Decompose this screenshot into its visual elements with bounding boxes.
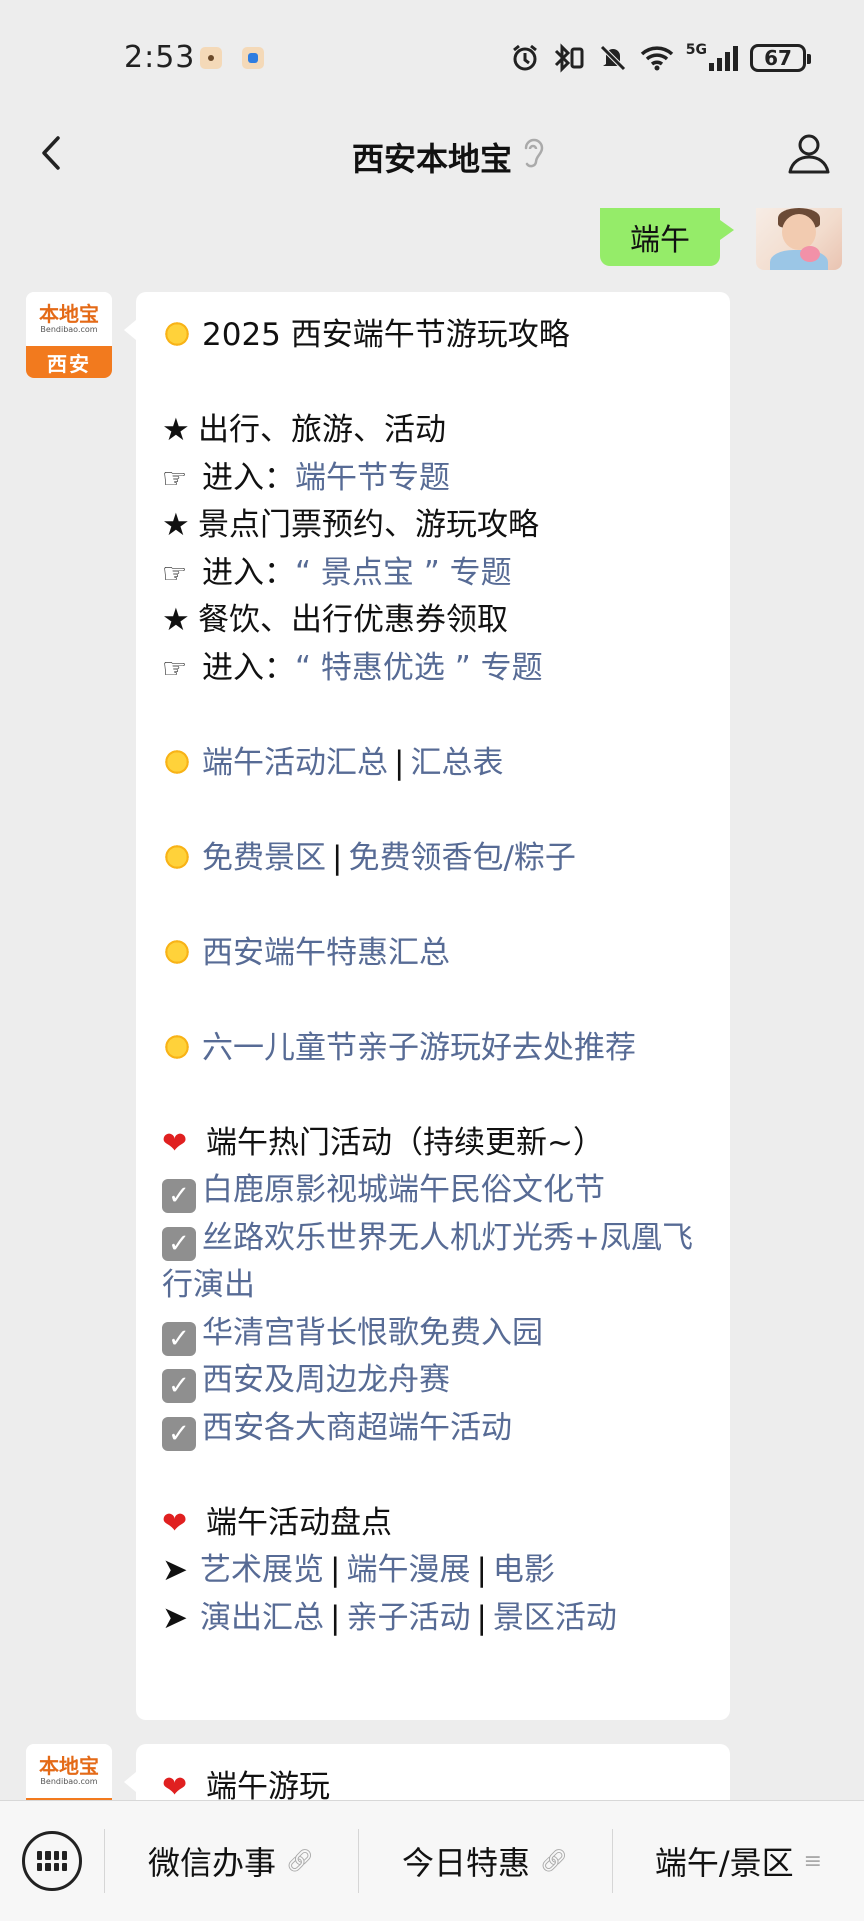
menu-lines-icon: ≡ [803, 1848, 823, 1874]
star-icon: ★ [162, 507, 190, 543]
sun-icon [158, 837, 196, 876]
pointing-hand-icon: ☞ [162, 556, 188, 590]
ear-icon [524, 138, 544, 168]
link-scenic-topic[interactable]: “ 景点宝 ” 专题 [295, 555, 512, 591]
link-free-sachet[interactable]: 免费领香包/粽子 [348, 840, 575, 876]
star-icon: ★ [162, 412, 190, 448]
link-hot-item[interactable]: 华清宫背长恨歌免费入园 [202, 1315, 543, 1351]
menu-item-duanwu-scenic[interactable]: 端午/景区 ≡ [613, 1801, 864, 1921]
sun-icon [158, 932, 196, 971]
link-art-exhibition[interactable]: 艺术展览 [200, 1552, 324, 1588]
keyboard-icon[interactable] [22, 1831, 82, 1891]
status-time: 2:53 [124, 40, 196, 75]
menu-label: 今日特惠 [402, 1844, 531, 1882]
my-message-bubble[interactable]: 端午 [600, 208, 734, 266]
logo-url: Bendibao.com [40, 1777, 98, 1786]
link-hot-item[interactable]: 西安及周边龙舟赛 [202, 1362, 450, 1398]
bot-message-bubble: 2025 西安端午节游玩攻略 ★ 出行、旅游、活动 ☞ 进入：端午节专题 ★ 景点门票… [124, 292, 730, 1720]
link-movie[interactable]: 电影 [493, 1552, 555, 1588]
wifi-icon [640, 46, 673, 71]
chat-title: 西安本地宝 [351, 140, 512, 178]
link-deals-topic[interactable]: “ 特惠优选 ” 专题 [295, 650, 543, 686]
menu-item-wechat-services[interactable]: 微信办事 🔗︎ [105, 1801, 357, 1921]
checkbox-icon: ✓ [162, 1416, 196, 1451]
checkbox-icon: ✓ [162, 1369, 196, 1403]
nav-bar: 西安本地宝 [0, 100, 864, 208]
enter-prefix: 进入： [202, 459, 295, 496]
heart-icon: ❤ [162, 1125, 188, 1161]
arrow-icon: ➤ [162, 1552, 188, 1588]
link-summary-table[interactable]: 汇总表 [410, 745, 503, 781]
sun-icon [158, 742, 196, 781]
logo-url: Bendibao.com [40, 325, 98, 334]
link-activity-summary[interactable]: 端午活动汇总 [202, 745, 388, 781]
link-family-activities[interactable]: 亲子活动 [346, 1600, 470, 1636]
enter-prefix: 进入： [202, 649, 295, 686]
my-avatar[interactable] [756, 208, 842, 270]
logo-text: 本地宝 [39, 1754, 99, 1778]
checkbox-icon: ✓ [162, 1179, 196, 1213]
link-deals-summary[interactable]: 西安端午特惠汇总 [202, 935, 450, 971]
hot-title: 端午热门活动（持续更新~） [206, 1124, 604, 1161]
enter-prefix: 进入： [202, 554, 295, 591]
profile-icon[interactable] [786, 130, 832, 176]
sun-icon [158, 1027, 196, 1066]
bluetooth-vibrate-icon [554, 43, 584, 73]
panorama-title: 端午活动盘点 [206, 1504, 392, 1541]
status-bar: 2:53 5G 67 [0, 0, 864, 100]
link-shows[interactable]: 演出汇总 [200, 1600, 324, 1636]
pointing-hand-icon: ☞ [162, 651, 188, 685]
signal-icon [709, 45, 738, 71]
bot-avatar[interactable]: 本地宝 Bendibao.com 西安 [26, 292, 112, 378]
pointing-hand-icon: ☞ [162, 461, 188, 495]
checkbox-icon: ✓ [162, 1226, 196, 1261]
link-childrens-day[interactable]: 六一儿童节亲子游玩好去处推荐 [202, 1030, 636, 1066]
alarm-icon [512, 44, 537, 71]
menu-label: 微信办事 [148, 1844, 277, 1882]
heart-icon: ❤ [162, 1505, 188, 1541]
city-label: 西安 [26, 346, 112, 378]
link-duanwu-topic[interactable]: 端午节专题 [295, 460, 450, 496]
sun-icon [158, 315, 196, 353]
bottom-menu-bar: 微信办事 🔗︎ 今日特惠 🔗︎ 端午/景区 ≡ [0, 1800, 864, 1921]
link-hot-item[interactable]: 丝路欢乐世界无人机灯光秀+凤凰飞行演出 [162, 1220, 693, 1304]
bot-message-bubble: ❤ 端午游玩 [124, 1744, 730, 1800]
notification-app-icon [200, 47, 222, 69]
link-scenic-activities[interactable]: 景区活动 [493, 1600, 617, 1636]
link-icon: 🔗︎ [540, 1848, 568, 1874]
chat-area[interactable]: 端午 本地宝 Bendibao.com 西安 2025 西安端午节游玩攻略 ★ 出… [0, 208, 864, 1800]
section-text: 景点门票预约、游玩攻略 [198, 507, 539, 543]
link-icon: 🔗︎ [286, 1848, 314, 1874]
status-icons: 5G 67 [510, 40, 811, 76]
network-type: 5G [685, 42, 707, 58]
section-text: 餐饮、出行优惠券领取 [198, 602, 508, 638]
notification-app-icon [242, 47, 264, 69]
message-title: 端午游玩 [206, 1769, 330, 1800]
link-hot-item[interactable]: 白鹿原影视城端午民俗文化节 [202, 1172, 605, 1208]
mute-bell-icon [599, 45, 626, 71]
link-hot-item[interactable]: 西安各大商超端午活动 [202, 1410, 512, 1446]
bot-avatar[interactable]: 本地宝 Bendibao.com 西安 [26, 1744, 112, 1800]
my-message-text: 端午 [630, 223, 690, 258]
battery-icon: 67 [750, 44, 811, 72]
link-comic-expo[interactable]: 端午漫展 [346, 1552, 470, 1588]
logo-text: 本地宝 [39, 302, 99, 326]
checkbox-icon: ✓ [162, 1321, 196, 1356]
message-title: 2025 西安端午节游玩攻略 [202, 317, 570, 353]
link-free-scenic[interactable]: 免费景区 [202, 840, 326, 876]
section-text: 出行、旅游、活动 [198, 412, 446, 448]
star-icon: ★ [162, 602, 190, 638]
heart-icon: ❤ [162, 1770, 188, 1800]
arrow-icon: ➤ [162, 1599, 188, 1636]
menu-label: 端午/景区 [654, 1844, 794, 1882]
menu-item-today-deals[interactable]: 今日特惠 🔗︎ [359, 1801, 611, 1921]
